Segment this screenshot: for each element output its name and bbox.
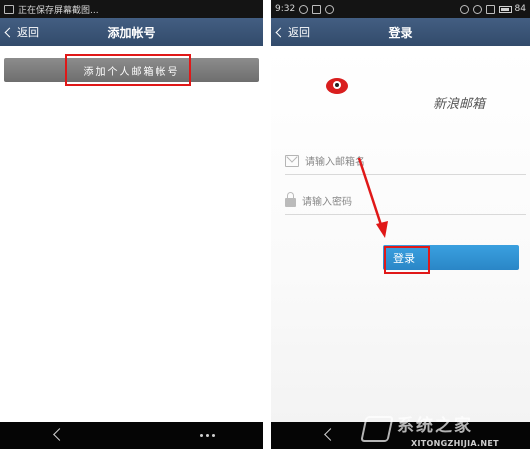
add-account-content: 添加个人邮箱帐号: [0, 46, 263, 422]
status-bar-left: 正在保存屏幕截图...: [0, 0, 263, 18]
title-bar-left: 返回 添加帐号: [0, 18, 263, 46]
login-content: 新浪邮箱 请输入邮箱名 请输入密码 登录: [271, 46, 530, 422]
sina-logo-icon: [326, 78, 348, 94]
back-label: 返回: [17, 26, 39, 39]
phone-screen-right: 9:32 84 返回 登录 新浪邮箱 请输入邮箱名 请输入密码 登录: [271, 0, 530, 449]
nav-back-icon[interactable]: [324, 428, 337, 441]
back-button-left[interactable]: 返回: [4, 18, 39, 46]
login-button[interactable]: 登录: [383, 245, 519, 270]
login-button-label: 登录: [393, 251, 415, 265]
back-button-right[interactable]: 返回: [275, 18, 310, 46]
lock-icon: [285, 192, 296, 207]
battery-percent: 84: [514, 4, 526, 14]
page-title-login: 登录: [388, 25, 413, 40]
chat-icon: [299, 4, 309, 14]
battery-icon: [498, 5, 512, 13]
chevron-left-icon: [4, 27, 15, 37]
password-field[interactable]: 请输入密码: [285, 187, 526, 215]
red-arrow-icon: [357, 157, 388, 238]
chevron-left-icon: [275, 27, 286, 37]
add-personal-email-button[interactable]: 添加个人邮箱帐号: [4, 58, 259, 82]
signal-icon: [485, 4, 495, 14]
phone-screen-left: 正在保存屏幕截图... 返回 添加帐号 添加个人邮箱帐号: [0, 0, 263, 449]
image-icon: [312, 4, 322, 14]
email-field[interactable]: 请输入邮箱名: [285, 147, 526, 175]
email-placeholder: 请输入邮箱名: [305, 157, 365, 168]
nav-menu-icon[interactable]: [200, 434, 215, 437]
nav-bar-right: [271, 422, 530, 449]
wifi-icon: [472, 4, 482, 14]
page-title-add-account: 添加帐号: [107, 25, 156, 40]
sync-icon: [325, 4, 335, 14]
nav-bar-left: [0, 422, 263, 449]
sina-mail-logo-text: 新浪邮箱: [433, 97, 486, 112]
status-time: 9:32: [275, 4, 296, 14]
screenshot-icon: [4, 4, 14, 14]
password-placeholder: 请输入密码: [302, 197, 352, 208]
mail-icon: [285, 154, 299, 167]
nav-back-icon[interactable]: [53, 428, 66, 441]
status-text: 正在保存屏幕截图...: [18, 5, 99, 16]
back-label: 返回: [288, 26, 310, 39]
status-bar-right: 9:32 84: [271, 0, 530, 18]
title-bar-right: 返回 登录: [271, 18, 530, 46]
alarm-icon: [459, 4, 469, 14]
